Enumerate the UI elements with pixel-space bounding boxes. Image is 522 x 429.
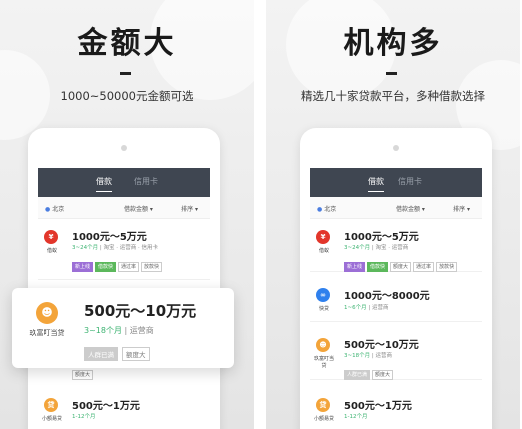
lender-name: 借蚁: [46, 248, 57, 254]
tag: 人群已满: [344, 370, 371, 380]
tag: 放款快: [436, 262, 458, 272]
tag: 新上线: [72, 262, 94, 272]
loan-terms: 3~24个月 | 淘宝 · 运营商 · 信用卡: [72, 243, 158, 251]
speaker-dot: [393, 145, 399, 151]
lender-logo-icon: ∞: [316, 288, 330, 302]
lender-name: 小额易贷: [41, 416, 62, 422]
filter-bar: ● 北京 借款金额 ▾ 排序 ▾: [310, 197, 482, 219]
tag-list: 新上线 借款快 额度大 通过率 放款快: [344, 253, 459, 272]
tag: 额度大: [72, 370, 94, 380]
tag: 额度大: [122, 347, 150, 361]
promo-panel-left: 金额大 1000~50000元金额可选 借款 信用卡 ● 北京 借款金额 ▾ 排序…: [0, 0, 254, 429]
lender-logo-icon: ☻: [36, 302, 58, 324]
tag: 借款快: [95, 262, 117, 272]
lender-name: 玖富叮当贷: [29, 329, 65, 337]
tag: 额度大: [372, 370, 394, 380]
lender-name: 玖富叮当贷: [313, 356, 334, 369]
location-label: 北京: [52, 206, 65, 213]
loan-terms: 3~18个月 | 运营商: [344, 351, 392, 359]
headline: 金额大: [77, 26, 177, 61]
loan-terms: 1-12个月: [344, 412, 367, 420]
headline-dash: [386, 72, 397, 75]
location-filter[interactable]: ● 北京: [45, 204, 64, 213]
sort-dropdown[interactable]: 排序 ▾: [453, 204, 470, 213]
list-item[interactable]: 贷 小额易贷 500元～1万元 1-12个月: [310, 390, 482, 429]
term-range: 1-12个月: [72, 414, 96, 420]
location-pin-icon: ●: [45, 206, 51, 213]
loan-amount: 1000元～5万元: [72, 232, 147, 243]
tag: 新上线: [344, 262, 366, 272]
lender-logo-icon: 贷: [316, 398, 330, 412]
tag: 通过率: [118, 262, 140, 272]
location-filter[interactable]: ● 北京: [317, 204, 336, 213]
phone-mockup: 借款 信用卡 ● 北京 借款金额 ▾ 排序 ▾ ¥ 借蚁 1000元～5万元 3~…: [300, 128, 492, 429]
term-range: 3~18个月: [84, 326, 122, 335]
phone-mockup: 借款 信用卡 ● 北京 借款金额 ▾ 排序 ▾ ¥ 借蚁 1000元～5万元 3~…: [28, 128, 220, 429]
loan-amount: 1000元～5万元: [344, 232, 419, 243]
list-item[interactable]: ¥ 借蚁 1000元～5万元 3~24个月 | 淘宝 · 运营商 新上线 借款快额…: [310, 220, 482, 272]
requirements: | 运营商: [371, 353, 392, 359]
highlighted-loan-card[interactable]: ☻ 玖富叮当贷 500元～10万元 3~18个月 | 运营商 人群已满 额度大: [12, 288, 234, 368]
lender-logo-icon: ☻: [316, 338, 330, 352]
list-item[interactable]: ∞ 快贷 1000元～8000元 1~6个月 | 运营商: [310, 278, 482, 322]
lender-name: 快贷: [318, 306, 329, 312]
loan-amount: 500元～1万元: [72, 401, 140, 412]
requirements: | 运营商: [124, 326, 154, 335]
tab-credit-card[interactable]: 信用卡: [134, 176, 158, 187]
requirements: | 运营商: [368, 305, 389, 311]
lender-logo-icon: ¥: [44, 230, 58, 244]
list-item[interactable]: 贷 小额易贷 500元～1万元 1-12个月: [38, 390, 210, 429]
term-range: 3~24个月: [344, 245, 371, 251]
term-range: 1-12个月: [344, 414, 368, 420]
term-range: 3~24个月: [72, 245, 99, 251]
tag-list: 新上线 借款快 通过率 放款快: [72, 253, 164, 272]
loan-terms: 1~6个月 | 运营商: [344, 303, 388, 311]
loan-amount: 1000元～8000元: [344, 291, 430, 302]
tab-loan[interactable]: 借款: [96, 176, 112, 192]
loan-amount: 500元～10万元: [84, 302, 197, 320]
list-item[interactable]: ¥ 借蚁 1000元～5万元 3~24个月 | 淘宝 · 运营商 · 信用卡 新…: [38, 220, 210, 280]
list-item-partial: 额度大: [38, 366, 210, 386]
tag-list: 人群已满 额度大: [344, 361, 395, 380]
loan-amount: 500元～10万元: [344, 340, 419, 351]
loan-amount: 500元～1万元: [344, 401, 412, 412]
lender-logo-icon: ¥: [316, 230, 330, 244]
tag-list: 人群已满 额度大: [84, 342, 154, 361]
location-label: 北京: [324, 206, 337, 213]
tag: 放款快: [141, 262, 163, 272]
requirements: | 淘宝 · 运营商 · 信用卡: [99, 245, 158, 251]
term-range: 1~6个月: [344, 305, 367, 311]
lender-logo-icon: 贷: [44, 398, 58, 412]
tag: 额度大: [390, 262, 412, 272]
loan-terms: 1-12个月: [72, 412, 95, 420]
lender-name: 借蚁: [318, 248, 329, 254]
headline: 机构多: [343, 26, 443, 61]
loan-terms: 3~24个月 | 淘宝 · 运营商: [344, 243, 408, 251]
promo-panel-right: 机构多 精选几十家贷款平台，多种借款选择 借款 信用卡 ● 北京 借款金额 ▾ 排…: [266, 0, 520, 429]
sort-dropdown[interactable]: 排序 ▾: [181, 204, 198, 213]
requirements: | 淘宝 · 运营商: [371, 245, 409, 251]
amount-sort-dropdown[interactable]: 借款金额 ▾: [124, 204, 153, 213]
term-range: 3~18个月: [344, 353, 371, 359]
amount-sort-dropdown[interactable]: 借款金额 ▾: [396, 204, 425, 213]
list-item[interactable]: ☻ 玖富叮当贷 500元～10万元 3~18个月 | 运营商 人群已满 额度大: [310, 328, 482, 380]
filter-bar: ● 北京 借款金额 ▾ 排序 ▾: [38, 197, 210, 219]
tag: 人群已满: [84, 347, 118, 361]
tab-credit-card[interactable]: 信用卡: [398, 176, 422, 187]
subtitle: 1000~50000元金额可选: [60, 89, 194, 103]
app-tab-bar: 借款 信用卡: [38, 168, 210, 197]
tag: 借款快: [367, 262, 389, 272]
tag: 通过率: [413, 262, 435, 272]
speaker-dot: [121, 145, 127, 151]
lender-name: 小额易贷: [313, 416, 334, 422]
location-pin-icon: ●: [317, 206, 323, 213]
tab-loan[interactable]: 借款: [368, 176, 384, 192]
loan-terms: 3~18个月 | 运营商: [84, 325, 154, 336]
headline-dash: [120, 72, 131, 75]
subtitle: 精选几十家贷款平台，多种借款选择: [301, 89, 485, 103]
app-tab-bar: 借款 信用卡: [310, 168, 482, 197]
